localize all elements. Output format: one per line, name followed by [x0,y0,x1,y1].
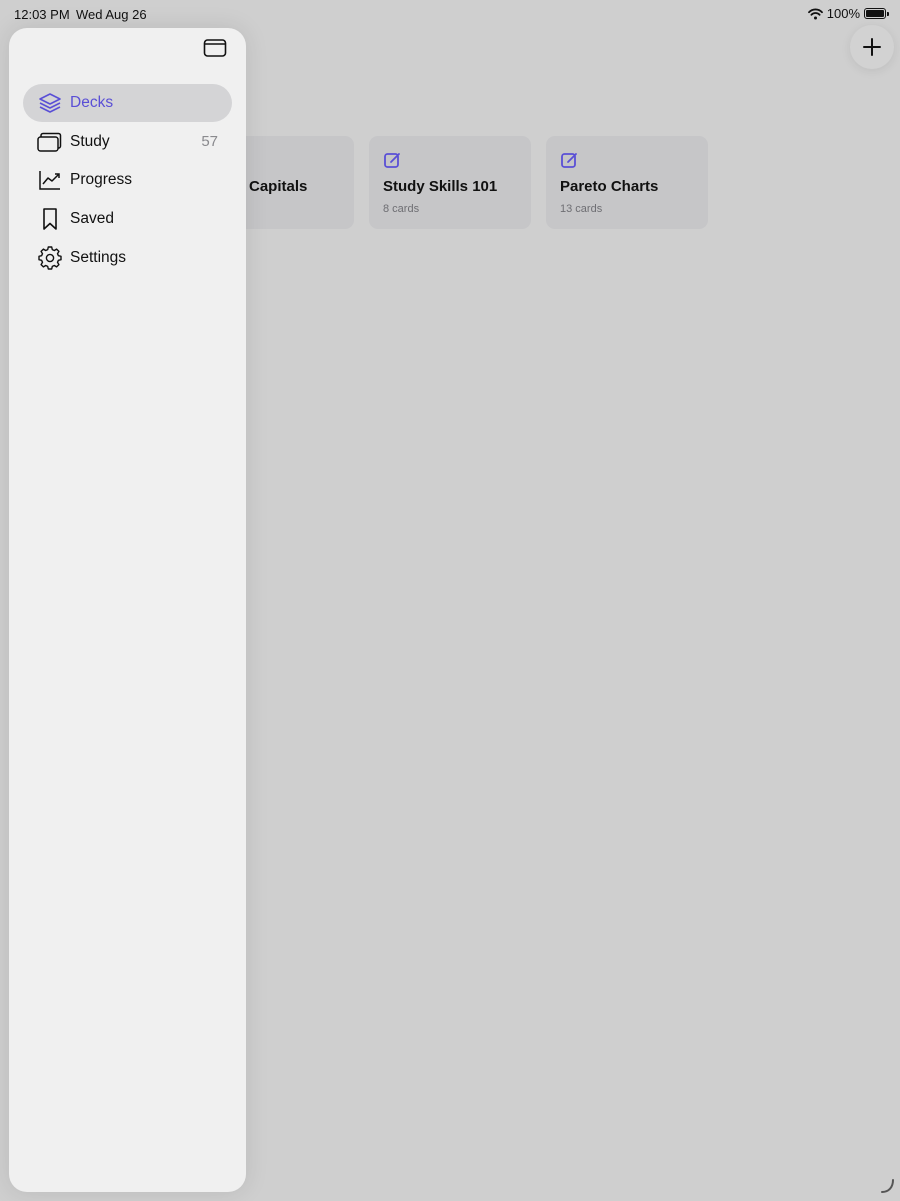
gear-icon [37,246,63,270]
edit-icon [383,151,401,174]
status-time: 12:03 PM [14,7,70,22]
sidebar-nav: Decks Study 57 Progress Saved Settings [23,84,232,277]
deck-title: Capitals [249,178,308,195]
sidebar-item-decks[interactable]: Decks [23,84,232,122]
resize-handle-icon[interactable] [879,1178,895,1199]
sidebar-item-progress[interactable]: Progress [23,161,232,199]
sidebar: Decks Study 57 Progress Saved Settings [9,28,246,1192]
bookmark-icon [37,207,63,231]
status-bar: 12:03 PM Wed Aug 26 100% [0,0,900,28]
add-deck-button[interactable] [850,25,894,69]
battery-level [866,10,884,17]
battery-icon [864,8,889,19]
sidebar-item-settings[interactable]: Settings [23,239,232,277]
cards-icon [37,130,63,154]
sidebar-item-label: Saved [70,210,114,228]
sidebar-item-label: Settings [70,248,127,266]
deck-card[interactable]: Pareto Charts 13 cards [546,136,708,229]
plus-icon [863,38,881,56]
deck-card[interactable]: Study Skills 101 8 cards [369,136,531,229]
sidebar-item-label: Decks [70,94,114,111]
status-indicators: 100% [807,6,889,21]
stack-icon [37,91,63,115]
chart-icon [37,168,63,192]
sidebar-item-count: 57 [201,132,218,150]
deck-title: Pareto Charts [560,178,659,195]
sidebar-item-study[interactable]: Study 57 [23,123,232,161]
deck-title: Study Skills 101 [383,178,498,195]
sidebar-item-label: Study [70,132,110,150]
deck-card-count: 13 cards [560,203,603,215]
wifi-icon [807,8,823,19]
deck-card-count: 8 cards [383,203,420,215]
sidebar-item-saved[interactable]: Saved [23,200,232,238]
battery-percent: 100% [826,6,860,21]
status-date: Wed Aug 26 [76,7,147,22]
edit-icon [560,151,578,174]
sidebar-item-label: Progress [70,171,133,189]
sidebar-toggle-icon[interactable] [203,38,227,63]
